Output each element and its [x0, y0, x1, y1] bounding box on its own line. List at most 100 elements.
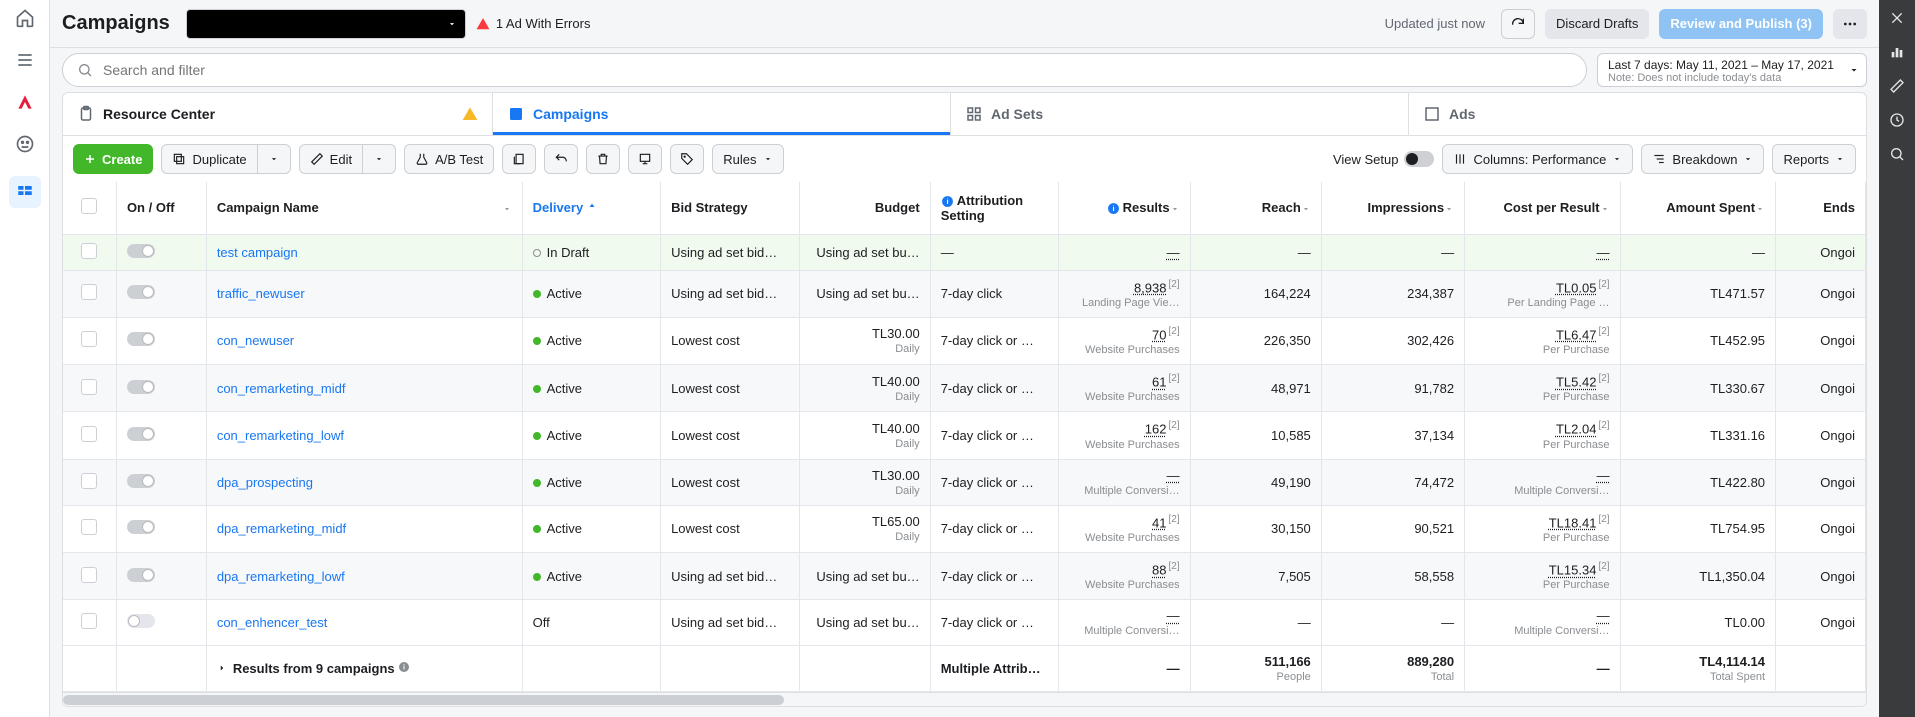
- close-panel-icon[interactable]: [1889, 10, 1905, 26]
- delete-button[interactable]: [586, 144, 620, 174]
- updated-label: Updated just now: [1385, 16, 1485, 31]
- campaign-name-link[interactable]: dpa_remarketing_midf: [217, 521, 346, 536]
- resource-center-tab[interactable]: Resource Center: [63, 93, 493, 135]
- spent-cell: TL1,350.04: [1620, 553, 1775, 600]
- bid-cell: Lowest cost: [661, 505, 799, 552]
- horizontal-scrollbar[interactable]: [63, 692, 1866, 706]
- col-results[interactable]: iResults: [1059, 182, 1190, 234]
- table-row[interactable]: con_remarketing_midfActiveLowest costTL4…: [63, 365, 1866, 412]
- campaign-name-link[interactable]: con_remarketing_midf: [217, 381, 346, 396]
- row-toggle[interactable]: [127, 614, 155, 628]
- abtest-button[interactable]: A/B Test: [404, 144, 494, 174]
- edit-icon[interactable]: [1889, 78, 1905, 94]
- insights-icon[interactable]: [1889, 44, 1905, 60]
- campaign-name-link[interactable]: dpa_remarketing_lowf: [217, 569, 345, 584]
- row-toggle[interactable]: [127, 427, 155, 441]
- status-dot: [533, 432, 541, 440]
- attr-cell: 7-day click or …: [930, 459, 1059, 505]
- table-row[interactable]: dpa_prospectingActiveLowest costTL30.00D…: [63, 459, 1866, 505]
- duplicate-button[interactable]: Duplicate: [161, 144, 257, 174]
- tab-adsets[interactable]: Ad Sets: [951, 93, 1409, 135]
- table-row[interactable]: con_enhencer_testOffUsing ad set bid…Usi…: [63, 600, 1866, 646]
- more-button[interactable]: [1833, 9, 1867, 39]
- row-toggle[interactable]: [127, 520, 155, 534]
- col-attr[interactable]: iAttribution Setting: [930, 182, 1059, 234]
- table-row[interactable]: con_remarketing_lowfActiveLowest costTL4…: [63, 412, 1866, 459]
- col-onoff[interactable]: On / Off: [116, 182, 206, 234]
- tag-button[interactable]: [670, 144, 704, 174]
- row-checkbox[interactable]: [81, 473, 97, 489]
- status-dot: [533, 479, 541, 487]
- home-icon[interactable]: [15, 8, 35, 28]
- campaign-name-link[interactable]: dpa_prospecting: [217, 475, 313, 490]
- create-button[interactable]: Create: [73, 144, 153, 174]
- view-setup-toggle[interactable]: View Setup: [1333, 151, 1435, 167]
- discard-drafts-button[interactable]: Discard Drafts: [1545, 9, 1649, 39]
- history-icon[interactable]: [1889, 112, 1905, 128]
- col-name[interactable]: Campaign Name: [206, 182, 522, 234]
- row-toggle[interactable]: [127, 568, 155, 582]
- search-box[interactable]: [62, 53, 1587, 87]
- tab-campaigns[interactable]: Campaigns: [493, 93, 951, 135]
- row-toggle[interactable]: [127, 474, 155, 488]
- menu-icon[interactable]: [15, 50, 35, 70]
- tab-ads[interactable]: Ads: [1409, 93, 1866, 135]
- row-checkbox[interactable]: [81, 284, 97, 300]
- duplicate-dropdown[interactable]: [257, 144, 291, 174]
- columns-button[interactable]: Columns: Performance: [1442, 144, 1633, 174]
- row-checkbox[interactable]: [81, 613, 97, 629]
- ends-cell: Ongoi: [1776, 234, 1866, 270]
- col-cpr[interactable]: Cost per Result: [1465, 182, 1620, 234]
- copy-button[interactable]: [502, 144, 536, 174]
- row-toggle[interactable]: [127, 285, 155, 299]
- campaign-name-link[interactable]: test campaign: [217, 245, 298, 260]
- table-row[interactable]: dpa_remarketing_lowfActiveUsing ad set b…: [63, 553, 1866, 600]
- row-checkbox[interactable]: [81, 331, 97, 347]
- row-checkbox[interactable]: [81, 243, 97, 259]
- col-budget[interactable]: Budget: [799, 182, 930, 234]
- table-row[interactable]: dpa_remarketing_midfActiveLowest costTL6…: [63, 505, 1866, 552]
- col-spent[interactable]: Amount Spent: [1620, 182, 1775, 234]
- impr-cell: —: [1321, 600, 1464, 646]
- face-icon[interactable]: [15, 134, 35, 154]
- refresh-button[interactable]: [1501, 9, 1535, 39]
- row-checkbox[interactable]: [81, 426, 97, 442]
- col-ends[interactable]: Ends: [1776, 182, 1866, 234]
- ads-manager-icon[interactable]: [9, 176, 41, 208]
- export-button[interactable]: [628, 144, 662, 174]
- col-impr[interactable]: Impressions: [1321, 182, 1464, 234]
- rules-button[interactable]: Rules: [712, 144, 783, 174]
- breakdown-button[interactable]: Breakdown: [1641, 144, 1764, 174]
- row-toggle[interactable]: [127, 332, 155, 346]
- row-toggle[interactable]: [127, 244, 155, 258]
- search-input[interactable]: [103, 62, 1572, 78]
- campaign-name-link[interactable]: con_enhencer_test: [217, 615, 328, 630]
- edit-button[interactable]: Edit: [299, 144, 363, 174]
- status-label: Active: [547, 428, 582, 443]
- results-cell: —Multiple Conversi…: [1059, 600, 1190, 646]
- col-bid[interactable]: Bid Strategy: [661, 182, 799, 234]
- undo-button[interactable]: [544, 144, 578, 174]
- select-all-checkbox[interactable]: [81, 198, 97, 214]
- table-row[interactable]: test campaignIn DraftUsing ad set bid…Us…: [63, 234, 1866, 270]
- table-row[interactable]: con_newuserActiveLowest costTL30.00Daily…: [63, 317, 1866, 364]
- campaign-name-link[interactable]: con_newuser: [217, 333, 294, 348]
- search-right-icon[interactable]: [1889, 146, 1905, 162]
- error-indicator[interactable]: 1 Ad With Errors: [476, 16, 591, 31]
- campaign-name-link[interactable]: con_remarketing_lowf: [217, 428, 344, 443]
- account-selector[interactable]: [186, 9, 466, 39]
- reports-button[interactable]: Reports: [1772, 144, 1856, 174]
- col-delivery[interactable]: Delivery: [522, 182, 660, 234]
- review-publish-button[interactable]: Review and Publish (3): [1659, 9, 1823, 39]
- edit-dropdown[interactable]: [362, 144, 396, 174]
- reach-cell: 164,224: [1190, 270, 1321, 317]
- col-reach[interactable]: Reach: [1190, 182, 1321, 234]
- row-checkbox[interactable]: [81, 519, 97, 535]
- row-checkbox[interactable]: [81, 567, 97, 583]
- campaign-name-link[interactable]: traffic_newuser: [217, 286, 305, 301]
- brand-icon[interactable]: [15, 92, 35, 112]
- row-toggle[interactable]: [127, 380, 155, 394]
- date-range-picker[interactable]: Last 7 days: May 11, 2021 – May 17, 2021…: [1597, 53, 1867, 87]
- row-checkbox[interactable]: [81, 379, 97, 395]
- table-row[interactable]: traffic_newuserActiveUsing ad set bid…Us…: [63, 270, 1866, 317]
